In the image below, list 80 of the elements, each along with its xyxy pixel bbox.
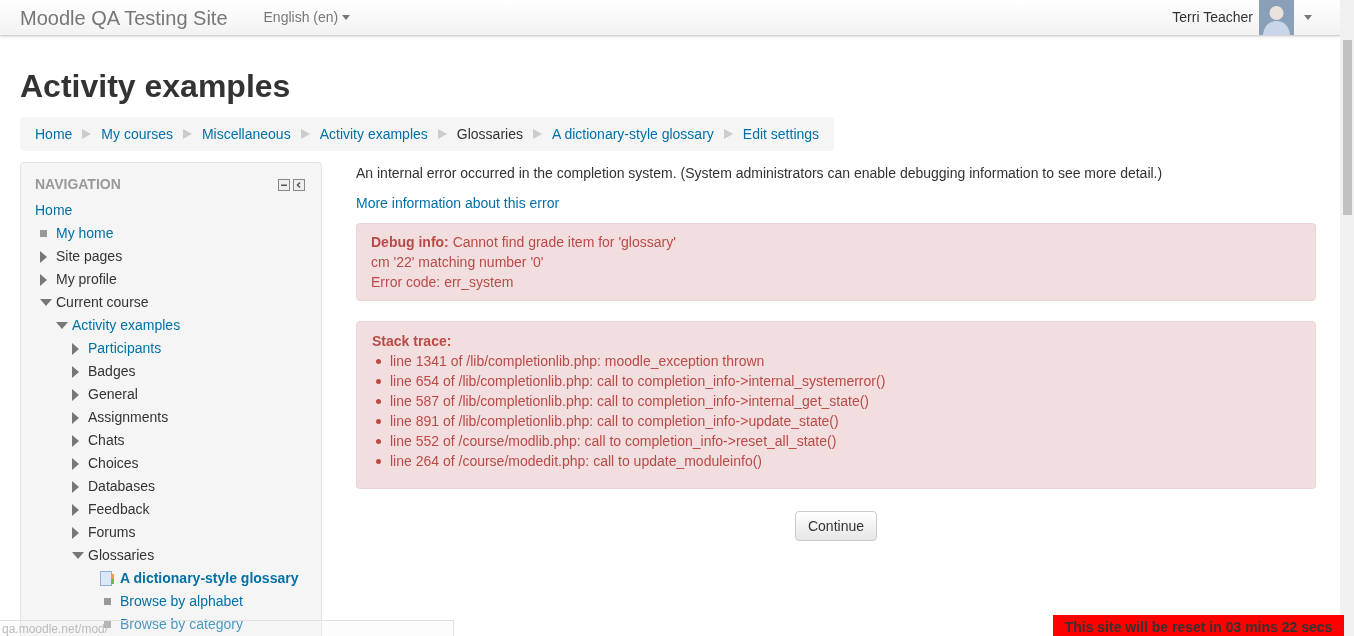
navigation-item[interactable]: Databases: [88, 476, 155, 497]
collapsed-arrow-icon[interactable]: [72, 342, 79, 355]
expanded-arrow-icon[interactable]: [40, 299, 52, 306]
breadcrumb-item[interactable]: Miscellaneous: [201, 123, 291, 145]
collapsed-arrow-icon[interactable]: [40, 273, 47, 286]
stack-trace-line: line 891 of /lib/completionlib.php: call to completion_info->update_state(): [390, 412, 839, 431]
navigation-item[interactable]: Glossaries: [88, 545, 155, 566]
debug-line: Error code: err_system: [371, 273, 515, 292]
stack-trace-line: line 1341 of /lib/completionlib.php: moodle_exception thrown: [390, 352, 765, 371]
block-title: NAVIGATION: [35, 175, 121, 194]
bullet-icon: [376, 378, 381, 384]
bullet-icon: [376, 438, 381, 444]
navigation-item[interactable]: My home: [56, 223, 114, 244]
breadcrumb-item[interactable]: Edit settings: [742, 123, 820, 145]
collapsed-arrow-icon[interactable]: [72, 388, 79, 401]
language-menu[interactable]: English (en): [263, 7, 351, 28]
navigation-item[interactable]: Current course: [56, 292, 149, 313]
bullet-icon: [376, 418, 381, 424]
navigation-item[interactable]: General: [88, 384, 138, 405]
avatar-icon: [1259, 0, 1294, 35]
error-message: An internal error occurred in the completion system. (System administrators can enable debugging information to see more detail.): [356, 164, 1164, 183]
bullet-icon: [376, 358, 381, 364]
navigation-item[interactable]: A dictionary-style glossary: [120, 568, 299, 589]
breadcrumb-item[interactable]: Glossaries: [456, 123, 523, 145]
navigation-item[interactable]: Participants: [88, 338, 162, 359]
scrollbar[interactable]: [1340, 0, 1354, 636]
collapsed-arrow-icon[interactable]: [40, 250, 47, 263]
navigation-item[interactable]: Browse by category: [120, 614, 243, 635]
navigation-item[interactable]: Choices: [88, 453, 139, 474]
bullet-icon: [376, 458, 381, 464]
navigation-item[interactable]: Site pages: [56, 246, 123, 267]
navigation-item[interactable]: Feedback: [88, 499, 150, 520]
navigation-item[interactable]: Browse by alphabet: [120, 591, 243, 612]
separator-icon: [437, 129, 447, 139]
debug-line: Debug info: Cannot find grade item for 'glossary': [371, 233, 677, 252]
stack-trace-title: Stack trace:: [372, 332, 453, 351]
stack-trace-line: line 654 of /lib/completionlib.php: call to completion_info->internal_systemerror(): [390, 372, 886, 391]
breadcrumb-item[interactable]: Home: [35, 123, 73, 145]
bullet-icon: [376, 398, 381, 404]
stack-trace-line: line 587 of /lib/completionlib.php: call to completion_info->internal_get_state(): [390, 392, 869, 411]
caret-icon: [342, 15, 351, 20]
navigation-item[interactable]: Badges: [88, 361, 136, 382]
navigation-item[interactable]: Activity examples: [72, 315, 181, 336]
user-menu[interactable]: Terri Teacher: [1172, 0, 1312, 35]
stack-trace-line: line 264 of /course/modedit.php: call to update_moduleinfo(): [390, 452, 762, 471]
navigation-item[interactable]: Forums: [88, 522, 136, 543]
breadcrumb-item[interactable]: Activity examples: [319, 123, 428, 145]
separator-icon: [723, 129, 733, 139]
more-info-link[interactable]: More information about this error: [356, 193, 560, 213]
collapsed-arrow-icon[interactable]: [72, 503, 79, 516]
collapsed-arrow-icon[interactable]: [72, 365, 79, 378]
separator-icon: [182, 129, 192, 139]
stack-trace-line: line 552 of /course/modlib.php: call to completion_info->reset_all_state(): [390, 432, 837, 451]
dock-icon[interactable]: [293, 178, 305, 191]
navigation-item[interactable]: Chats: [88, 430, 125, 451]
bullet-icon: [104, 598, 111, 605]
bullet-icon: [40, 230, 47, 237]
collapsed-arrow-icon[interactable]: [72, 526, 79, 539]
collapse-icon[interactable]: [278, 178, 290, 191]
debug-line: cm '22' matching number '0': [371, 253, 545, 272]
collapsed-arrow-icon[interactable]: [72, 434, 79, 447]
navigation-item[interactable]: Assignments: [88, 407, 169, 428]
site-name-link[interactable]: Moodle QA Testing Site: [20, 2, 228, 33]
glossary-icon: [100, 571, 114, 586]
reset-banner: This site will be reset in 03 mins 22 secs: [1053, 615, 1344, 636]
separator-icon: [532, 129, 542, 139]
expanded-arrow-icon[interactable]: [56, 322, 68, 329]
page-title: Activity examples: [20, 67, 292, 106]
collapsed-arrow-icon[interactable]: [72, 480, 79, 493]
expanded-arrow-icon[interactable]: [72, 552, 84, 559]
continue-button[interactable]: Continue: [794, 511, 877, 541]
separator-icon: [300, 129, 310, 139]
collapsed-arrow-icon[interactable]: [72, 411, 79, 424]
breadcrumb-item[interactable]: My courses: [101, 123, 173, 145]
caret-icon: [1304, 15, 1312, 20]
collapsed-arrow-icon[interactable]: [72, 457, 79, 470]
navigation-item[interactable]: My profile: [56, 269, 117, 290]
separator-icon: [82, 129, 92, 139]
navigation-item[interactable]: Home: [35, 200, 73, 221]
breadcrumb-item[interactable]: A dictionary-style glossary: [551, 123, 714, 145]
